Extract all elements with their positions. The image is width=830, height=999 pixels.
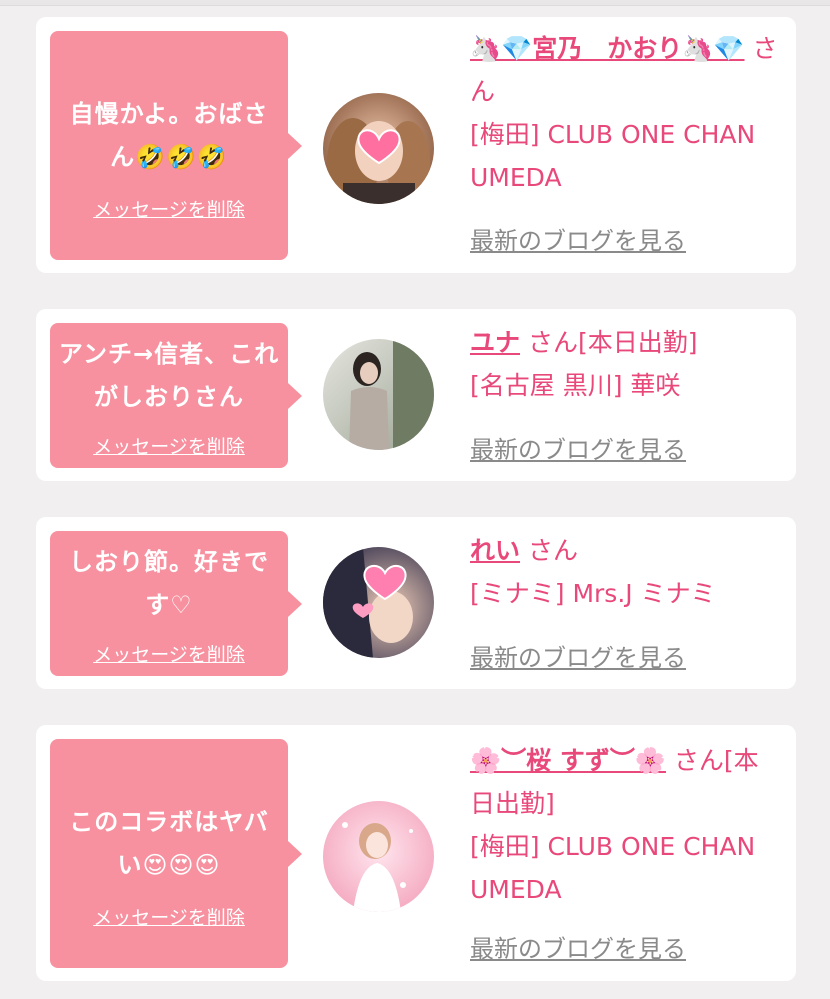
shop-name: [梅田] CLUB ONE CHAN UMEDA <box>470 832 756 904</box>
message-text: 自慢かよ。おばさん🤣🤣🤣 <box>69 100 269 171</box>
delete-message-link[interactable]: メッセージを削除 <box>50 195 288 222</box>
cast-name-link[interactable]: 🌸︶桜 すず︶🌸 <box>470 746 666 775</box>
cast-name-link[interactable]: れい <box>470 536 520 565</box>
latest-blog-link[interactable]: 最新のブログを見る <box>470 638 686 673</box>
message-text: このコラボはヤバい😍😍😍 <box>69 808 269 879</box>
avatar[interactable] <box>323 547 434 658</box>
delete-message-link[interactable]: メッセージを削除 <box>50 903 288 930</box>
message-card: 自慢かよ。おばさん🤣🤣🤣 メッセージを削除 🦄💎宮乃 かおり🦄💎 さん [梅田]… <box>36 17 796 273</box>
honorific: さん[本日出勤] <box>527 328 698 357</box>
avatar[interactable] <box>323 801 434 912</box>
top-divider <box>0 0 830 6</box>
message-card: しおり節。好きです♡ メッセージを削除 れい さん [ミナミ] Mrs.J ミナ… <box>36 517 796 689</box>
cast-name-link[interactable]: ユナ <box>470 328 520 357</box>
message-card: アンチ→信者、これがしおりさん メッセージを削除 ユナ さん[本日出勤] [名古… <box>36 309 796 481</box>
cast-name-link[interactable]: 🦄💎宮乃 かおり🦄💎 <box>470 34 745 63</box>
cast-info: ユナ さん[本日出勤] [名古屋 黒川] 華咲 <box>470 321 780 407</box>
avatar[interactable] <box>323 93 434 204</box>
avatar[interactable] <box>323 339 434 450</box>
message-bubble: アンチ→信者、これがしおりさん メッセージを削除 <box>50 323 302 468</box>
shop-name: [ミナミ] Mrs.J ミナミ <box>470 579 716 608</box>
cast-info: れい さん [ミナミ] Mrs.J ミナミ <box>470 529 780 615</box>
delete-message-link[interactable]: メッセージを削除 <box>50 640 288 667</box>
cast-info: 🌸︶桜 すず︶🌸 さん[本日出勤] [梅田] CLUB ONE CHAN UME… <box>470 739 780 911</box>
message-card: このコラボはヤバい😍😍😍 メッセージを削除 🌸︶桜 すず︶🌸 さん[本日出勤] … <box>36 725 796 981</box>
message-text: アンチ→信者、これがしおりさん <box>58 340 280 411</box>
message-text: しおり節。好きです♡ <box>69 548 269 619</box>
honorific: さん <box>527 536 578 565</box>
latest-blog-link[interactable]: 最新のブログを見る <box>470 221 686 256</box>
message-bubble: このコラボはヤバい😍😍😍 メッセージを削除 <box>50 739 302 968</box>
shop-name: [名古屋 黒川] 華咲 <box>470 371 681 400</box>
shop-name: [梅田] CLUB ONE CHAN UMEDA <box>470 120 756 192</box>
message-bubble: 自慢かよ。おばさん🤣🤣🤣 メッセージを削除 <box>50 31 302 260</box>
delete-message-link[interactable]: メッセージを削除 <box>50 432 288 459</box>
cast-info: 🦄💎宮乃 かおり🦄💎 さん [梅田] CLUB ONE CHAN UMEDA <box>470 27 780 199</box>
latest-blog-link[interactable]: 最新のブログを見る <box>470 430 686 465</box>
message-bubble: しおり節。好きです♡ メッセージを削除 <box>50 531 302 676</box>
latest-blog-link[interactable]: 最新のブログを見る <box>470 929 686 964</box>
